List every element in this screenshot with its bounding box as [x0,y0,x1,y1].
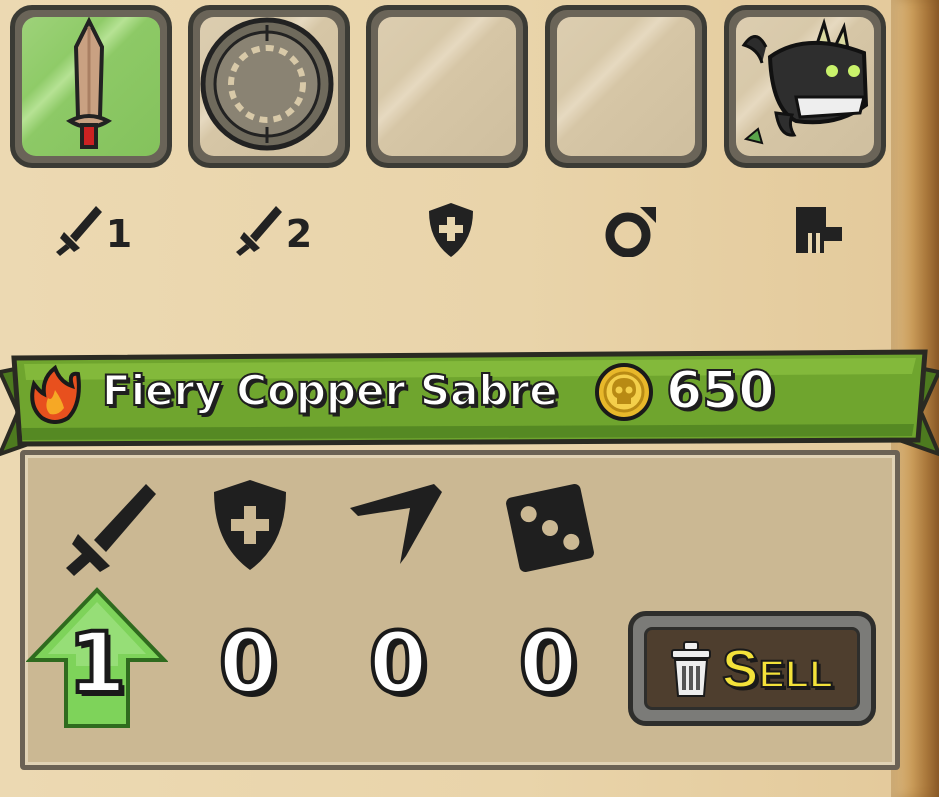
sell-button[interactable]: Sell [628,611,876,726]
boomerang-icon [350,484,442,564]
sword-icon [66,17,112,149]
skull-coin-icon [594,362,654,422]
stat-icon-speed [348,478,448,578]
stat-icon-attack [62,478,162,578]
shield-plus-icon [429,203,473,257]
dice-icon [506,484,594,572]
sword-icon [66,484,156,576]
fire-icon [28,364,82,424]
sell-button-label: Sell [721,638,834,700]
stat-icon-defense [210,478,310,578]
round-shield-icon [200,17,334,151]
slot-type-ring [576,190,686,270]
slot-type-pet [762,190,872,270]
equip-slot-pet[interactable] [724,5,886,168]
shield-plus-icon [214,480,286,570]
slot-type-weapon1: 1 [38,190,148,270]
slot-type-weapon2: 2 [218,190,328,270]
slot-number: 1 [105,212,133,256]
equip-slot-armor[interactable] [366,5,528,168]
black-dragon-pet-icon [741,17,869,145]
slot-type-armor [396,190,506,270]
boot-icon [796,207,842,253]
trash-can-icon [671,640,712,697]
ring-icon [605,207,656,257]
item-price: 650 [665,360,776,422]
stat-value-speed: 0 [367,612,429,714]
equip-slot-weapon2[interactable] [188,5,350,168]
equip-slot-ring[interactable] [545,5,707,168]
equip-slot-weapon1[interactable] [10,5,172,168]
sword-icon [55,206,102,256]
slot-number: 2 [285,212,313,256]
sword-icon [235,206,282,256]
stat-icon-luck [500,478,600,578]
stat-value-defense: 0 [217,612,279,714]
stat-value-attack: 1 [66,612,128,714]
item-name: Fiery Copper Sabre [101,365,559,416]
stat-value-luck: 0 [517,612,579,714]
